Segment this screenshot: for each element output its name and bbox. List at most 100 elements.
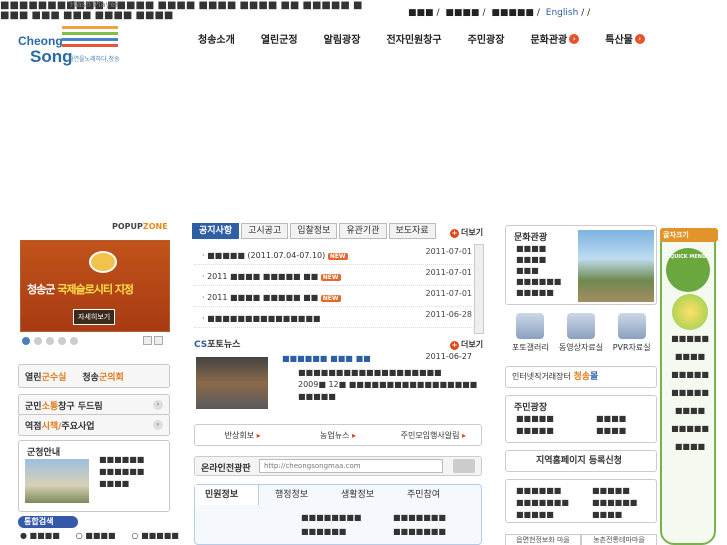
english-link[interactable]: English: [546, 8, 579, 18]
nav-item-products[interactable]: 특산물 ›: [605, 31, 645, 46]
pvr-link[interactable]: PVR자료실: [606, 313, 657, 357]
resident-square-title: 주민광장: [514, 403, 548, 413]
quick-menu-item[interactable]: ■■■■: [670, 352, 710, 361]
pager-dot[interactable]: [58, 337, 66, 345]
gov-item[interactable]: ■■■■: [99, 479, 144, 488]
nav-item[interactable]: 열린군정: [261, 31, 298, 46]
quick-menu-item[interactable]: ■■■■■: [670, 388, 710, 397]
county-office-photo: [25, 459, 89, 503]
nav-item[interactable]: 청송소개: [198, 31, 235, 46]
notice-scrollbar[interactable]: [474, 244, 484, 334]
link-item[interactable]: ■■■■■■: [592, 498, 637, 507]
banner-detail-button[interactable]: 자세히보기: [73, 309, 116, 325]
civil-item[interactable]: ■■■■■■■: [393, 527, 446, 536]
nav-item[interactable]: 알림광장: [324, 31, 361, 46]
logo-tagline: 자연을노래하다,청송: [68, 56, 120, 63]
resident-item[interactable]: ■■■■: [596, 414, 626, 423]
list-item[interactable]: · ■■■■■ (2011.07.04-07.10) NEW 2011-07-01: [194, 244, 484, 265]
citizen-window-button[interactable]: 군민 소통 창구 두드림 ›: [18, 394, 170, 416]
culture-item[interactable]: ■■■: [516, 266, 561, 275]
quick-menu-item[interactable]: ■■■■■: [670, 334, 710, 343]
util-item-1[interactable]: ■■■: [408, 8, 434, 18]
quick-link-bansang[interactable]: 반상회보 ▸: [195, 430, 290, 441]
popup-zone-label: POPUPZONE: [112, 222, 168, 231]
main-nav: 청송소개 열린군정 알림광장 전자민원창구 주민광장 문화관광 › 특산물 ›: [198, 31, 645, 46]
popup-banner[interactable]: 청송군 국제슬로시티 지정 자세히보기: [20, 240, 170, 332]
photo-gallery-link[interactable]: 포토갤러리: [505, 313, 556, 357]
tab-press[interactable]: 보도자료: [388, 223, 436, 239]
open-office-button[interactable]: 열린 군수실 청송 군의회: [18, 364, 170, 388]
tab-info-village[interactable]: 읍면현정보화 마을: [505, 534, 581, 545]
nav-item-culture[interactable]: 문화관광 ›: [530, 31, 580, 46]
tab-theme-village[interactable]: 농촌전통테마마을: [581, 534, 657, 545]
list-item[interactable]: · 2011 ■■■■ ■■■■■ ■■ NEW 2011-07-01: [194, 265, 484, 286]
pager-dot[interactable]: [46, 337, 54, 345]
util-item-2[interactable]: ■■■■: [445, 8, 479, 18]
link-item[interactable]: ■■■■: [592, 510, 622, 519]
culture-item[interactable]: ■■■■: [516, 244, 561, 253]
nav-item[interactable]: 전자민원창구: [386, 31, 441, 46]
tab-bid[interactable]: 입찰정보: [290, 223, 338, 239]
notice-more-link[interactable]: + 더보기: [450, 227, 483, 238]
resident-item[interactable]: ■■■■■: [516, 426, 554, 435]
banner-pager: [22, 337, 82, 345]
quick-menu-item[interactable]: ■■■■■: [670, 424, 710, 433]
tab-related[interactable]: 유관기관: [339, 223, 387, 239]
pager-dot[interactable]: [70, 337, 78, 345]
scope-radio[interactable]: ● ■■■■: [20, 531, 68, 540]
tab-participate[interactable]: 주민참여: [407, 485, 440, 505]
policy-button[interactable]: 역점 시책/주요사업 ›: [18, 414, 170, 436]
search-scope: ● ■■■■ ○ ■■■■ ○ ■■■■■: [20, 531, 195, 540]
culture-title: 문화관광: [514, 233, 548, 243]
civil-item[interactable]: ■■■■■■■■: [301, 513, 361, 522]
culture-item[interactable]: ■■■■■■: [516, 277, 561, 286]
quick-menu-item[interactable]: ■■■■: [670, 406, 710, 415]
resident-item[interactable]: ■■■■: [596, 426, 626, 435]
culture-item[interactable]: ■■■■■: [516, 288, 561, 297]
page: ■■■■■■■■■■■ ■■■■■ ■■■■ ■■■■ ■■■■ ■■ ■■■■…: [0, 0, 727, 545]
media-links: 포토갤러리 동영상자료실 PVR자료실: [505, 313, 657, 357]
stop-icon[interactable]: [154, 336, 163, 345]
civil-item[interactable]: ■■■■■■■: [393, 513, 446, 522]
link-item[interactable]: ■■■■■■: [516, 486, 561, 495]
quick-menu-item[interactable]: ■■■■■: [670, 370, 710, 379]
nav-item[interactable]: 주민광장: [468, 31, 505, 46]
gov-item[interactable]: ■■■■■■: [99, 455, 144, 464]
list-item[interactable]: · 2011 ■■■■ ■■■■■ ■■ NEW 2011-07-01: [194, 286, 484, 307]
link-item[interactable]: ■■■■■: [592, 486, 630, 495]
online-board-controls[interactable]: [453, 459, 475, 473]
photo-news-headline[interactable]: ■■■■■■ ■■■ ■■: [282, 354, 371, 363]
tab-civil[interactable]: 민원정보: [195, 485, 259, 505]
quick-link-events[interactable]: 주민모임행사알림 ▸: [386, 430, 481, 441]
tab-life[interactable]: 생활정보: [341, 485, 374, 505]
list-item[interactable]: · ■■■■■■■■■■■■■■■ 2011-06-28: [194, 307, 484, 328]
video-link[interactable]: 동영상자료실: [556, 313, 607, 357]
gov-item[interactable]: ■■■■■■: [99, 467, 144, 476]
pager-dot[interactable]: [34, 337, 42, 345]
scope-radio[interactable]: ○ ■■■■: [76, 531, 124, 540]
play-icon[interactable]: [143, 336, 152, 345]
region-homepage-button[interactable]: 지역홈페이지 등록신청: [505, 450, 657, 472]
resident-item[interactable]: ■■■■■: [516, 414, 554, 423]
util-item-3[interactable]: ■■■■■: [491, 8, 534, 18]
globe-icon: [672, 294, 708, 330]
link-item[interactable]: ■■■■■■■: [516, 498, 569, 507]
notice-line-2: ■■■ ■■■ ■■■ ■■■■ ■■■■: [0, 10, 174, 21]
font-size-control[interactable]: 글자크기: [660, 228, 718, 242]
market-banner[interactable]: 인터넷직거래장터 청송몰: [505, 366, 657, 388]
online-board-url[interactable]: http://cheongsongmaa.com: [259, 459, 443, 473]
quick-link-agri[interactable]: 농업뉴스 ▸: [290, 430, 385, 441]
civil-item[interactable]: ■■■■■■: [301, 527, 346, 536]
quick-menu-item[interactable]: ■■■■: [670, 442, 710, 451]
pager-dot[interactable]: [22, 337, 30, 345]
culture-item[interactable]: ■■■■: [516, 255, 561, 264]
arrow-icon: ›: [634, 33, 645, 44]
scope-radio[interactable]: ○ ■■■■■: [132, 531, 187, 540]
photo-news-image[interactable]: [196, 357, 268, 409]
tab-notice[interactable]: 공지사항: [192, 223, 240, 239]
link-item[interactable]: ■■■■■: [516, 510, 554, 519]
tab-announce[interactable]: 고시공고: [241, 223, 289, 239]
tab-admin[interactable]: 행정정보: [275, 485, 308, 505]
site-logo[interactable]: Cheong Song 자연을노래하다,청송: [18, 22, 128, 66]
photo-news-box: ■■■■■■ ■■■ ■■ 2011-06-27 ■■■■■■■■■■■■■■■…: [270, 348, 482, 410]
